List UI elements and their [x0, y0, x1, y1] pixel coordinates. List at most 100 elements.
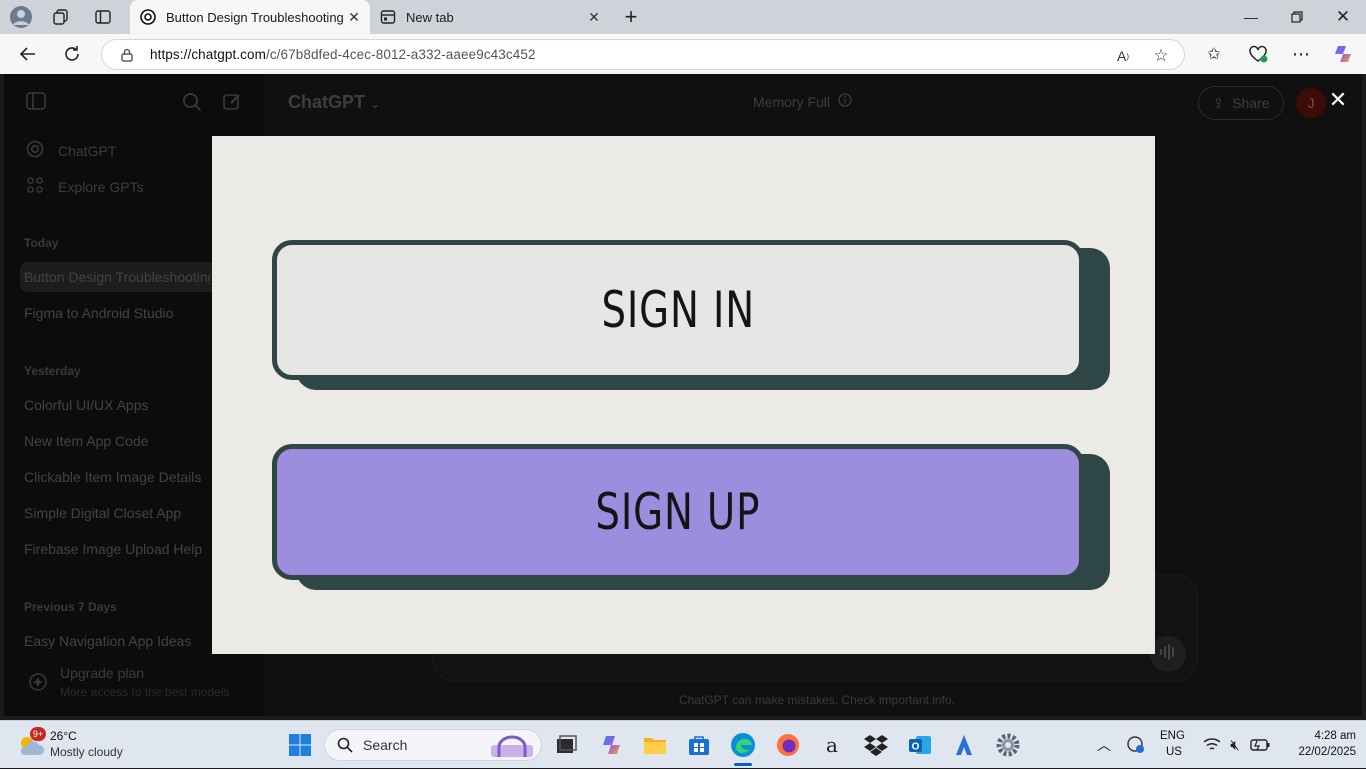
speaker-muted-icon[interactable]: 🔇︎ — [1221, 731, 1249, 759]
group-heading-yesterday: Yesterday — [24, 364, 81, 378]
weather-temp: 26°C — [50, 729, 77, 743]
new-tab-plus-icon[interactable]: + — [618, 4, 644, 29]
close-tab-icon[interactable]: ✕ — [344, 7, 364, 27]
browser-toolbar: https://chatgpt.com/c/67b8dfed-4cec-8012… — [0, 34, 1366, 74]
active-app-indicator — [734, 763, 752, 766]
settings-gear-icon[interactable] — [994, 731, 1022, 759]
upgrade-sparkle-icon — [28, 672, 48, 697]
group-heading-previous-7-days: Previous 7 Days — [24, 600, 117, 614]
search-chats-icon[interactable] — [182, 92, 202, 115]
avatar[interactable]: J — [1296, 88, 1326, 118]
sign-up-button-preview: SIGN UP — [272, 444, 1112, 592]
disclaimer-text: ChatGPT can make mistakes. Check importa… — [679, 693, 955, 707]
toggle-sidebar-icon[interactable] — [26, 92, 46, 113]
tab-title: New tab — [406, 9, 454, 25]
chat-item[interactable]: Easy Navigation App Ideas — [24, 633, 191, 649]
favorites-icon[interactable]: ✩ — [1199, 40, 1229, 68]
file-explorer-icon[interactable] — [641, 731, 669, 759]
share-label: Share — [1232, 95, 1270, 111]
battery-icon[interactable] — [1246, 731, 1274, 759]
chat-item[interactable]: New Item App Code — [24, 433, 149, 449]
copilot-icon[interactable] — [1328, 40, 1358, 68]
more-options-icon[interactable]: ⋯ — [1286, 40, 1316, 68]
sidebar-item-label: ChatGPT — [58, 142, 117, 159]
search-icon — [337, 737, 353, 753]
info-icon — [838, 93, 852, 110]
chatgpt-page: ChatGPT Explore GPTs Today Button Design… — [4, 74, 1362, 716]
vertical-tabs-icon[interactable] — [90, 5, 116, 29]
sidebar-item-chatgpt[interactable]: ChatGPT — [26, 140, 116, 161]
tab-new-tab[interactable]: New tab ✕ — [370, 0, 610, 34]
firefox-icon[interactable] — [774, 731, 802, 759]
tab-button-design[interactable]: Button Design Troubleshooting ✕ — [130, 0, 370, 34]
weather-widget[interactable]: 9+ 26°C Mostly cloudy — [10, 721, 150, 769]
sign-up-face: SIGN UP — [272, 444, 1084, 580]
network-status-icon[interactable] — [1122, 731, 1150, 759]
profile-avatar-icon[interactable] — [8, 5, 34, 29]
browser-title-bar: Button Design Troubleshooting ✕ New tab … — [0, 0, 1366, 34]
share-button[interactable]: ⇪ Share — [1198, 86, 1284, 120]
microsoft-store-icon[interactable] — [685, 731, 713, 759]
chat-item[interactable]: Figma to Android Studio — [24, 305, 173, 321]
upgrade-plan-subtitle: More access to the best models — [60, 685, 230, 699]
edge-browser-icon[interactable] — [729, 731, 757, 759]
windows-taskbar: 9+ 26°C Mostly cloudy Search a O ︿ ENG U… — [0, 720, 1366, 768]
chat-item[interactable]: Colorful UI/UX Apps — [24, 397, 149, 413]
chat-item[interactable]: Clickable Item Image Details — [24, 469, 201, 485]
close-lightbox-icon[interactable]: ✕ — [1326, 88, 1350, 112]
sidebar-item-label: Explore GPTs — [58, 178, 144, 195]
back-arrow-icon[interactable] — [13, 40, 43, 68]
favorite-star-icon[interactable]: ☆ — [1148, 46, 1174, 66]
upgrade-plan-button[interactable]: Upgrade plan More access to the best mod… — [4, 654, 264, 716]
workspaces-icon[interactable] — [48, 5, 74, 29]
new-tab-favicon-icon — [380, 9, 396, 25]
tab-title: Button Design Troubleshooting — [166, 9, 344, 25]
task-view-icon[interactable] — [552, 731, 580, 759]
weather-badge: 9+ — [30, 727, 46, 741]
copilot-app-icon[interactable] — [597, 731, 625, 759]
input-region[interactable]: US — [1166, 746, 1182, 758]
show-hidden-icons-chevron-icon[interactable]: ︿ — [1090, 731, 1118, 759]
upgrade-plan-title: Upgrade plan — [60, 665, 145, 681]
sidebar-item-explore-gpts[interactable]: Explore GPTs — [26, 176, 144, 197]
read-aloud-icon[interactable]: A) — [1110, 46, 1136, 66]
search-label: Search — [363, 737, 408, 753]
waveform-icon — [1158, 643, 1178, 665]
minimize-window-icon[interactable]: — — [1228, 0, 1274, 34]
sign-in-label: SIGN IN — [601, 281, 755, 339]
close-tab-icon[interactable]: ✕ — [584, 7, 604, 27]
clock-time[interactable]: 4:28 am — [1296, 730, 1356, 742]
voice-mode-button[interactable] — [1150, 636, 1186, 672]
memory-status[interactable]: Memory Full — [753, 93, 852, 110]
address-bar[interactable]: https://chatgpt.com/c/67b8dfed-4cec-8012… — [101, 39, 1185, 70]
group-heading-today: Today — [24, 236, 59, 250]
chatgpt-logo-icon — [26, 140, 44, 161]
dropbox-icon[interactable] — [862, 731, 890, 759]
amazon-icon[interactable]: a — [818, 731, 846, 759]
new-chat-icon[interactable] — [222, 92, 242, 115]
refresh-icon[interactable] — [57, 40, 87, 68]
start-windows-icon[interactable] — [286, 731, 314, 759]
browser-essentials-icon[interactable] — [1243, 40, 1273, 68]
sign-in-button-preview: SIGN IN — [272, 240, 1112, 392]
site-info-lock-icon[interactable] — [120, 48, 134, 62]
svg-text:O: O — [912, 742, 920, 753]
clock-date[interactable]: 22/02/2025 — [1280, 746, 1356, 758]
model-selector[interactable]: ChatGPT ⌄ — [288, 92, 380, 113]
chat-item[interactable]: Simple Digital Closet App — [24, 505, 181, 521]
search-highlight-icon — [489, 733, 535, 764]
memory-status-label: Memory Full — [753, 93, 831, 110]
input-language[interactable]: ENG — [1160, 730, 1185, 742]
weather-desc: Mostly cloudy — [50, 745, 123, 759]
chat-item[interactable]: Firebase Image Upload Help — [24, 541, 202, 557]
image-lightbox: SIGN IN SIGN UP — [212, 136, 1155, 654]
close-window-icon[interactable]: ✕ — [1320, 0, 1366, 34]
grid-icon — [26, 176, 44, 197]
sign-up-label: SIGN UP — [595, 483, 761, 541]
azure-app-icon[interactable] — [950, 731, 978, 759]
taskbar-search-input[interactable]: Search — [324, 729, 542, 761]
restore-window-icon[interactable] — [1274, 0, 1320, 34]
outlook-icon[interactable]: O — [906, 731, 934, 759]
chat-item[interactable]: Button Design Troubleshooting — [24, 269, 210, 285]
share-icon: ⇪ — [1212, 94, 1225, 111]
